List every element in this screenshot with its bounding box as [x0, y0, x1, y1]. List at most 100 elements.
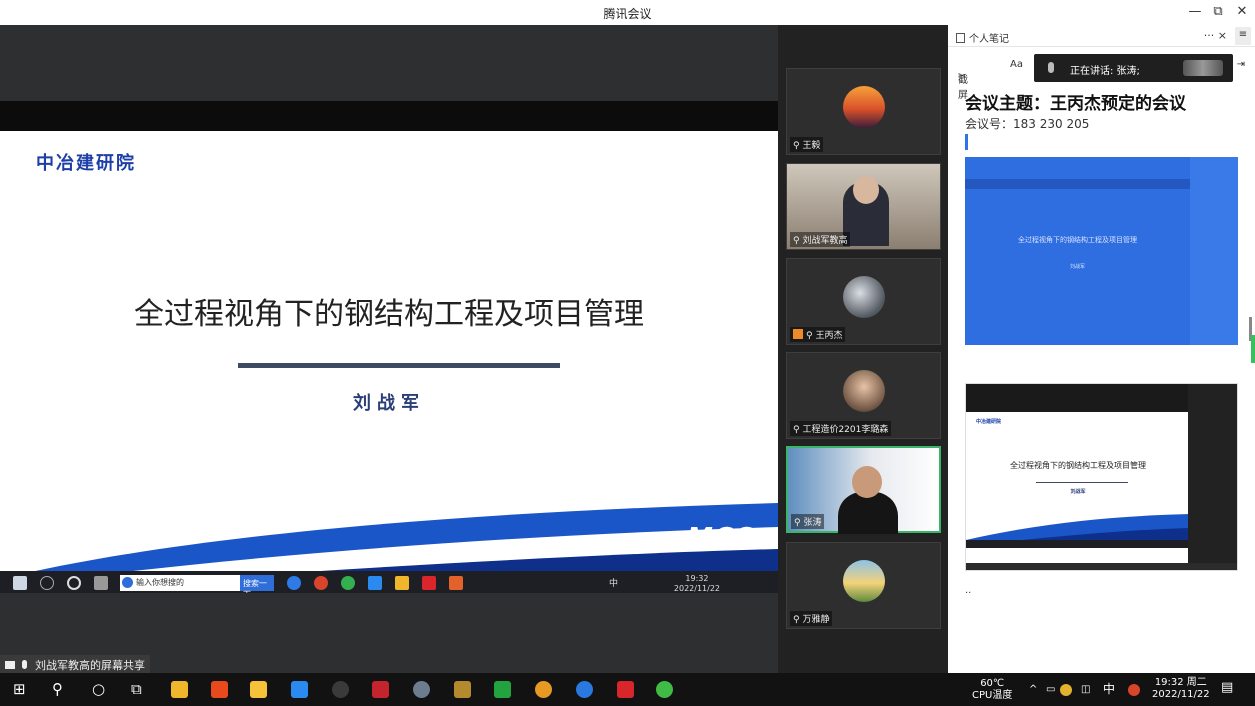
- battery-icon[interactable]: ▭: [1046, 684, 1055, 696]
- remote-clock: 19:32 2022/11/22: [674, 574, 720, 593]
- restore-button[interactable]: ⧉: [1210, 4, 1226, 19]
- ime-indicator[interactable]: 中: [1103, 683, 1115, 695]
- participant-name: ⚲ 万雅静: [790, 611, 833, 626]
- sogou-icon: [287, 576, 301, 590]
- mic-icon: [1048, 62, 1054, 73]
- tray-expand-icon[interactable]: ^: [1029, 684, 1037, 696]
- wps-icon: [422, 576, 436, 590]
- file-explorer-icon[interactable]: [171, 681, 188, 698]
- participant-tile[interactable]: ⚲ 工程造价2201李璐森: [786, 352, 941, 439]
- note-screenshot[interactable]: 全过程视角下的钢结构工程及项目管理 刘战军: [965, 157, 1238, 345]
- remote-ime: 中: [608, 579, 618, 589]
- remote-search-placeholder: 输入你想搜的: [136, 578, 184, 587]
- wps-icon[interactable]: [617, 681, 634, 698]
- participant-name: ⚲ 刘战军教高: [790, 232, 851, 247]
- cpu-temp-label: CPU温度: [972, 690, 1013, 701]
- notes-panel: 个人笔记 ··· × ≡ ✂ 截屏 Aa ⇥ 正在讲话: 张涛; 会议主题：王丙…: [948, 25, 1255, 673]
- participant-tile-active[interactable]: ⚲ 张涛: [786, 446, 941, 534]
- tencent-meeting-icon: [368, 576, 382, 590]
- meeting-id: 会议号：183 230 205: [965, 117, 1090, 131]
- thumb-sidebar: [1188, 384, 1237, 570]
- system-clock[interactable]: 19:32 周二 2022/11/22: [1152, 677, 1210, 701]
- mcc-logo: MCC: [686, 523, 754, 553]
- remote-time: 19:32: [685, 574, 709, 583]
- sogou-icon[interactable]: [576, 681, 593, 698]
- more-button[interactable]: ···: [1204, 29, 1215, 42]
- thumb-author: 刘战军: [1069, 264, 1085, 270]
- participant-name-text: 工程造价2201李璐森: [802, 425, 889, 435]
- iqiyi-icon[interactable]: [494, 681, 511, 698]
- notes-title: 个人笔记: [969, 34, 1009, 45]
- notes-progress-indicator: [1251, 335, 1255, 363]
- windows-taskbar: ⊞ ⚲ ○ ⧉ 60℃ CPU温度 ^ ▭ ◫ 中 19:32 周二 2022/…: [0, 673, 1255, 706]
- shared-screen[interactable]: 中冶建研院 全过程视角下的钢结构工程及项目管理 刘战军 MCC 输入你想搜的 搜…: [0, 25, 778, 673]
- notes-close-button[interactable]: ×: [1218, 29, 1227, 42]
- participant-tile[interactable]: ⚲ 万雅静: [786, 542, 941, 629]
- notes-icon: [956, 33, 965, 43]
- thumb-bottom-bar: [966, 563, 1237, 570]
- host-icon: [793, 329, 803, 339]
- text-cursor: [965, 134, 968, 150]
- tray-app-icon[interactable]: [1060, 684, 1072, 696]
- task-view-icon: [94, 576, 108, 590]
- sogou-ime-icon[interactable]: [1128, 684, 1140, 696]
- participant-name-text: 刘战军教高: [802, 236, 848, 246]
- screen-share-text: 刘战军教高的屏幕共享: [35, 659, 145, 672]
- close-button[interactable]: ✕: [1234, 4, 1250, 19]
- runner-icon[interactable]: [454, 681, 471, 698]
- screen-share-icon: [5, 661, 15, 669]
- cpu-temp-value: 60℃: [980, 678, 1005, 689]
- remote-search-box: 输入你想搜的: [120, 575, 240, 591]
- player-icon: [449, 576, 463, 590]
- remote-taskbar: 输入你想搜的 搜索一下 19:32 2022/11/22 中: [0, 571, 778, 593]
- windows-start-icon[interactable]: ⊞: [13, 680, 26, 698]
- office-icon[interactable]: [211, 681, 228, 698]
- video-feed: [838, 492, 898, 534]
- participant-list[interactable]: ⚲ 王毅 ⚲ 刘战军教高 ⚲ 王丙杰 ⚲ 工程造价2201李璐森 ⚲ 张涛 ⚲ …: [778, 25, 948, 673]
- participant-name-text: 王丙杰: [815, 331, 843, 341]
- participant-name: ⚲ 张涛: [791, 514, 825, 529]
- notes-ellipsis: ..: [965, 585, 972, 596]
- cortana-icon[interactable]: ○: [92, 680, 105, 698]
- screen-top-area: [0, 25, 778, 101]
- search-icon: [40, 576, 54, 590]
- window-title: 腾讯会议: [603, 7, 652, 21]
- participant-tile[interactable]: ⚲ 王丙杰: [786, 258, 941, 345]
- screen-share-label: 刘战军教高的屏幕共享: [0, 655, 150, 673]
- recorder-icon[interactable]: [332, 681, 349, 698]
- image-app-icon[interactable]: [250, 681, 267, 698]
- remote-date: 2022/11/22: [673, 584, 720, 593]
- thumb-dark-bar: [966, 384, 1190, 412]
- participant-name: ⚲ 工程造价2201李璐森: [790, 421, 892, 436]
- sunset-avatar: [843, 86, 885, 128]
- participant-tile[interactable]: ⚲ 刘战军教高: [786, 163, 941, 250]
- windows-start-icon: [13, 576, 27, 590]
- font-button[interactable]: Aa: [1010, 59, 1023, 70]
- globe-icon[interactable]: [413, 681, 430, 698]
- browser-icon: [314, 576, 328, 590]
- participant-tile[interactable]: ⚲ 王毅: [786, 68, 941, 155]
- thumb-taskbar: [966, 540, 1190, 548]
- tencent-meeting-icon[interactable]: [291, 681, 308, 698]
- cpu-temp: 60℃ CPU温度: [972, 678, 1012, 702]
- export-icon[interactable]: ⇥: [1237, 59, 1245, 70]
- task-view-icon[interactable]: ⧉: [131, 680, 142, 698]
- participant-name: ⚲ 王丙杰: [790, 327, 846, 342]
- menu-icon[interactable]: ≡: [1235, 27, 1251, 45]
- chrome-icon[interactable]: [535, 681, 552, 698]
- participant-name: ⚲ 王毅: [790, 137, 824, 152]
- network-icon[interactable]: ◫: [1081, 684, 1090, 696]
- notification-icon[interactable]: ▤: [1221, 681, 1233, 694]
- ie-icon: [122, 577, 133, 588]
- slide-author: 刘战军: [353, 393, 425, 414]
- participant-name-text: 万雅静: [802, 615, 830, 625]
- search-icon[interactable]: ⚲: [52, 680, 63, 698]
- clock-date: 2022/11/22: [1152, 689, 1210, 700]
- mic-icon: [21, 660, 27, 669]
- game-icon[interactable]: [372, 681, 389, 698]
- note-screenshot[interactable]: 中冶建研院 全过程视角下的钢结构工程及项目管理 刘战军: [965, 383, 1238, 571]
- wechat-icon[interactable]: [656, 681, 673, 698]
- app-window: 腾讯会议 — ⧉ ✕ 中冶建研院 全过程视角下的钢结构工程及项目管理 刘战军 M…: [0, 0, 1255, 706]
- slide-brand: 中冶建研院: [36, 153, 136, 174]
- minimize-button[interactable]: —: [1187, 4, 1203, 19]
